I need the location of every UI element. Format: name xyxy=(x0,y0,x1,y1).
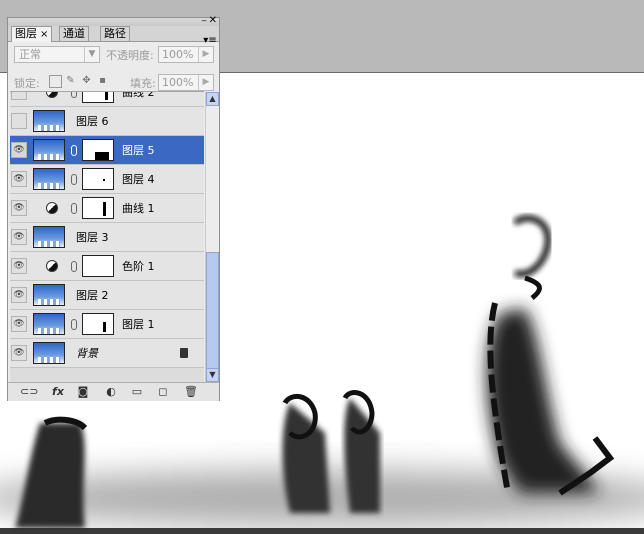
layer-mask-thumbnail[interactable] xyxy=(82,139,114,161)
lock-all-icon[interactable]: ▪ xyxy=(97,75,108,86)
layer-thumbnail xyxy=(33,226,65,248)
layer-name: 图层 2 xyxy=(76,289,109,302)
lock-position-icon[interactable]: ✥ xyxy=(81,75,92,86)
chevron-right-icon[interactable]: ▶ xyxy=(198,75,213,90)
tab-paths-label: 路径 xyxy=(104,27,126,40)
layer-name: 图层 5 xyxy=(122,144,155,157)
lock-icon xyxy=(180,348,188,358)
layer-list-scrollbar[interactable]: ▲ ▼ xyxy=(205,92,219,382)
blend-mode-value: 正常 xyxy=(19,48,41,61)
chevron-down-icon: ▼ xyxy=(84,47,99,62)
layer-row[interactable]: 👁 图层 1 xyxy=(10,310,204,339)
layer-row[interactable]: 👁 图层 4 xyxy=(10,165,204,194)
tab-close-icon[interactable]: × xyxy=(40,29,48,40)
eye-icon[interactable]: 👁 xyxy=(11,345,27,361)
scroll-up-icon[interactable]: ▲ xyxy=(206,92,219,106)
layer-row[interactable]: ● 曲线 2 xyxy=(10,91,204,107)
adjustment-layer-icon xyxy=(46,260,58,272)
layer-name: 图层 1 xyxy=(122,318,155,331)
layer-row[interactable]: 👁 色阶 1 xyxy=(10,252,204,281)
layer-row[interactable]: ● 图层 6 xyxy=(10,107,204,136)
tab-channels[interactable]: 通道 xyxy=(59,26,89,41)
lock-transparency-icon[interactable] xyxy=(49,75,62,88)
layer-list[interactable]: ● 曲线 2 ● 图层 6 👁 图层 5 👁 图层 4 xyxy=(10,91,204,383)
layer-row-selected[interactable]: 👁 图层 5 xyxy=(10,136,204,165)
link-icon xyxy=(71,319,77,330)
layer-row[interactable]: 👁 图层 2 xyxy=(10,281,204,310)
fill-value: 100% xyxy=(162,76,194,89)
layer-name: 色阶 1 xyxy=(122,260,155,273)
visibility-toggle-icon[interactable]: ● xyxy=(11,113,27,129)
layer-name: 图层 3 xyxy=(76,231,109,244)
opacity-input[interactable]: 100% ▶ xyxy=(158,46,214,63)
layer-name: 图层 6 xyxy=(76,115,109,128)
eye-icon[interactable]: 👁 xyxy=(11,200,27,216)
panel-titlebar[interactable]: ‒ ✕ xyxy=(8,15,219,26)
add-mask-icon[interactable]: ◙ xyxy=(76,385,90,398)
trash-icon[interactable]: 🗑 xyxy=(184,385,198,398)
layer-row-background[interactable]: 👁 背景 xyxy=(10,339,204,368)
eye-icon[interactable]: 👁 xyxy=(11,316,27,332)
layer-row[interactable]: 👁 图层 3 xyxy=(10,223,204,252)
eye-icon[interactable]: 👁 xyxy=(11,258,27,274)
scroll-down-icon[interactable]: ▼ xyxy=(206,368,219,382)
fill-label: 填充: xyxy=(130,77,156,90)
group-icon[interactable]: ▭ xyxy=(130,385,144,398)
opacity-label: 不透明度: xyxy=(106,49,154,62)
chevron-right-icon[interactable]: ▶ xyxy=(198,47,213,62)
layer-name: 图层 4 xyxy=(122,173,155,186)
layer-thumbnail xyxy=(33,110,65,132)
close-icon[interactable]: ✕ xyxy=(209,15,217,26)
fx-icon[interactable]: fx xyxy=(48,385,68,398)
tab-paths[interactable]: 路径 xyxy=(100,26,130,41)
eye-icon[interactable]: 👁 xyxy=(11,287,27,303)
layer-mask-thumbnail[interactable] xyxy=(82,197,114,219)
layer-name: 背景 xyxy=(76,347,98,360)
layer-thumbnail xyxy=(33,139,65,161)
layer-name: 曲线 2 xyxy=(122,91,155,99)
minimize-icon[interactable]: ‒ xyxy=(201,16,207,26)
tab-layers[interactable]: 图层 × xyxy=(11,26,53,42)
panel-tab-row: 图层 × 通道 路径 ▾≡ xyxy=(8,26,219,46)
layer-thumbnail xyxy=(33,313,65,335)
layer-name: 曲线 1 xyxy=(122,202,155,215)
eye-icon[interactable]: 👁 xyxy=(11,142,27,158)
visibility-toggle-icon[interactable]: ● xyxy=(11,92,27,100)
layer-mask-thumbnail[interactable] xyxy=(82,255,114,277)
new-layer-icon[interactable]: ◻ xyxy=(156,385,170,398)
layer-row[interactable]: 👁 曲线 1 xyxy=(10,194,204,223)
adjustment-layer-icon xyxy=(46,202,58,214)
link-icon xyxy=(71,145,77,156)
layer-mask-thumbnail[interactable] xyxy=(82,168,114,190)
blend-row: 正常 ▼ 不透明度: 100% ▶ xyxy=(8,42,219,68)
layer-mask-thumbnail[interactable] xyxy=(82,92,114,103)
opacity-value: 100% xyxy=(162,48,194,61)
link-icon xyxy=(71,261,77,272)
link-icon xyxy=(71,203,77,214)
tab-layers-label: 图层 xyxy=(15,27,37,40)
blend-mode-select[interactable]: 正常 ▼ xyxy=(14,46,100,63)
scrollbar-thumb[interactable] xyxy=(206,252,219,370)
eye-icon[interactable]: 👁 xyxy=(11,229,27,245)
link-icon xyxy=(71,92,77,98)
adjustment-layer-icon xyxy=(46,92,58,98)
layer-thumbnail xyxy=(33,284,65,306)
link-layers-icon[interactable]: ⊂⊃ xyxy=(20,385,38,398)
fill-input[interactable]: 100% ▶ xyxy=(158,74,214,91)
lock-pixels-icon[interactable]: ✎ xyxy=(65,75,76,86)
layers-panel: ‒ ✕ 图层 × 通道 路径 ▾≡ 正常 ▼ 不透明度: 100% ▶ 锁定: ✎… xyxy=(7,15,220,401)
link-icon xyxy=(71,174,77,185)
tab-channels-label: 通道 xyxy=(63,27,85,40)
eye-icon[interactable]: 👁 xyxy=(11,171,27,187)
layer-thumbnail xyxy=(33,342,65,364)
layer-thumbnail xyxy=(33,168,65,190)
adjustment-icon[interactable]: ◐ xyxy=(104,385,118,398)
lock-label: 锁定: xyxy=(14,77,40,90)
panel-bottom-bar: ⊂⊃ fx ◙ ◐ ▭ ◻ 🗑 xyxy=(8,382,219,401)
layer-mask-thumbnail[interactable] xyxy=(82,313,114,335)
